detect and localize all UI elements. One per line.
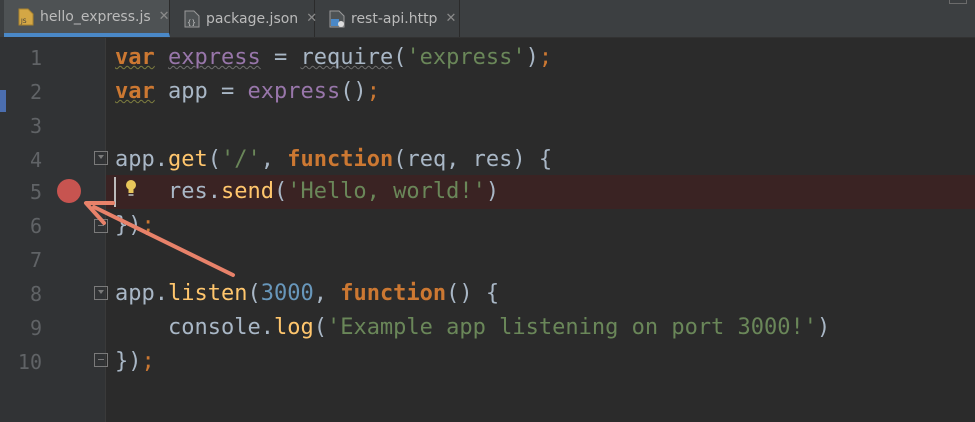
code-line-2[interactable]: var app = express(); (115, 75, 380, 109)
line-number: 5 (29, 180, 42, 204)
closing-brace: }) (115, 213, 142, 238)
paren: ( (273, 179, 288, 204)
paren: () (340, 79, 367, 104)
paren: ) (485, 179, 500, 204)
object: console. (167, 315, 274, 340)
paren: ) (525, 45, 539, 70)
fold-toggle-icon[interactable] (94, 219, 108, 233)
line-number: 7 (29, 248, 42, 272)
semicolon: ; (366, 79, 380, 104)
number-literal: 3000 (260, 281, 314, 306)
closing-brace: }) (115, 349, 142, 374)
semicolon: ; (141, 213, 155, 238)
object: app. (115, 281, 168, 306)
paren: ( (207, 147, 221, 172)
fold-toggle-icon[interactable] (94, 353, 108, 367)
paren: ( (247, 281, 261, 306)
tab-label: rest-api.http (351, 10, 438, 27)
comma: , (260, 147, 288, 172)
method: listen (167, 281, 248, 306)
operator: = (260, 45, 301, 70)
close-icon[interactable]: ✕ (159, 9, 170, 24)
code-line-5[interactable]: res.send('Hello, world!') (115, 175, 499, 209)
tab-list-menu[interactable] (949, 0, 967, 4)
method: send (220, 179, 274, 204)
params: () { (446, 281, 500, 306)
object: app. (115, 147, 168, 172)
tab-label: package.json (206, 10, 299, 27)
string-literal: 'Hello, world!' (287, 179, 486, 204)
paren: ( (313, 315, 327, 340)
keyword: function (287, 147, 394, 172)
editor-tab-bar: JS hello_express.js ✕ {} package.json ✕ … (0, 0, 975, 38)
code-line-1[interactable]: var express = require('express'); (115, 41, 552, 75)
keyword: var (115, 45, 155, 70)
comma: , (313, 281, 341, 306)
semicolon: ; (141, 349, 155, 374)
code-line-9[interactable]: console.log('Example app listening on po… (115, 311, 830, 345)
line-number: 3 (29, 114, 42, 138)
code-line-4[interactable]: app.get('/', function(req, res) { (115, 143, 552, 177)
object: res. (167, 179, 221, 204)
js-file-icon: JS (18, 8, 34, 26)
code-line-10[interactable]: }); (115, 345, 155, 379)
svg-text:{}: {} (187, 19, 196, 27)
string-literal: 'Example app listening on port 3000!' (326, 315, 818, 340)
fold-toggle-icon[interactable] (94, 151, 108, 165)
code-line-8[interactable]: app.listen(3000, function() { (115, 277, 499, 311)
breakpoint-icon[interactable] (57, 179, 81, 203)
paren: ( (393, 45, 407, 70)
identifier: express (168, 45, 261, 70)
tab-label: hello_express.js (40, 8, 151, 25)
string-literal: '/' (220, 147, 261, 172)
string-literal: 'express' (406, 45, 526, 70)
tab-package-json[interactable]: {} package.json ✕ (170, 0, 317, 37)
code-line-6[interactable]: }); (115, 209, 155, 243)
line-number: 6 (29, 214, 42, 238)
line-number: 9 (29, 316, 42, 340)
tab-rest-api-http[interactable]: rest-api.http ✕ (315, 0, 460, 37)
fold-toggle-icon[interactable] (94, 286, 108, 300)
keyword: function (340, 281, 447, 306)
params: (req, res) { (393, 147, 553, 172)
function-call: require (300, 45, 394, 70)
function-call: express (247, 79, 341, 104)
keyword: var (115, 79, 155, 104)
line-number: 2 (29, 80, 42, 104)
paren: ) (817, 315, 831, 340)
identifier: app = (154, 79, 248, 104)
line-number: 4 (29, 148, 42, 172)
line-number: 10 (17, 350, 42, 374)
line-number: 8 (29, 282, 42, 306)
http-file-icon (329, 10, 345, 28)
method: get (167, 147, 208, 172)
method: log (273, 315, 314, 340)
svg-text:JS: JS (20, 18, 27, 25)
json-file-icon: {} (184, 10, 200, 28)
close-icon[interactable]: ✕ (445, 11, 456, 26)
line-number: 1 (29, 46, 42, 70)
semicolon: ; (538, 45, 553, 70)
tab-hello-express-js[interactable]: JS hello_express.js ✕ (4, 0, 170, 37)
